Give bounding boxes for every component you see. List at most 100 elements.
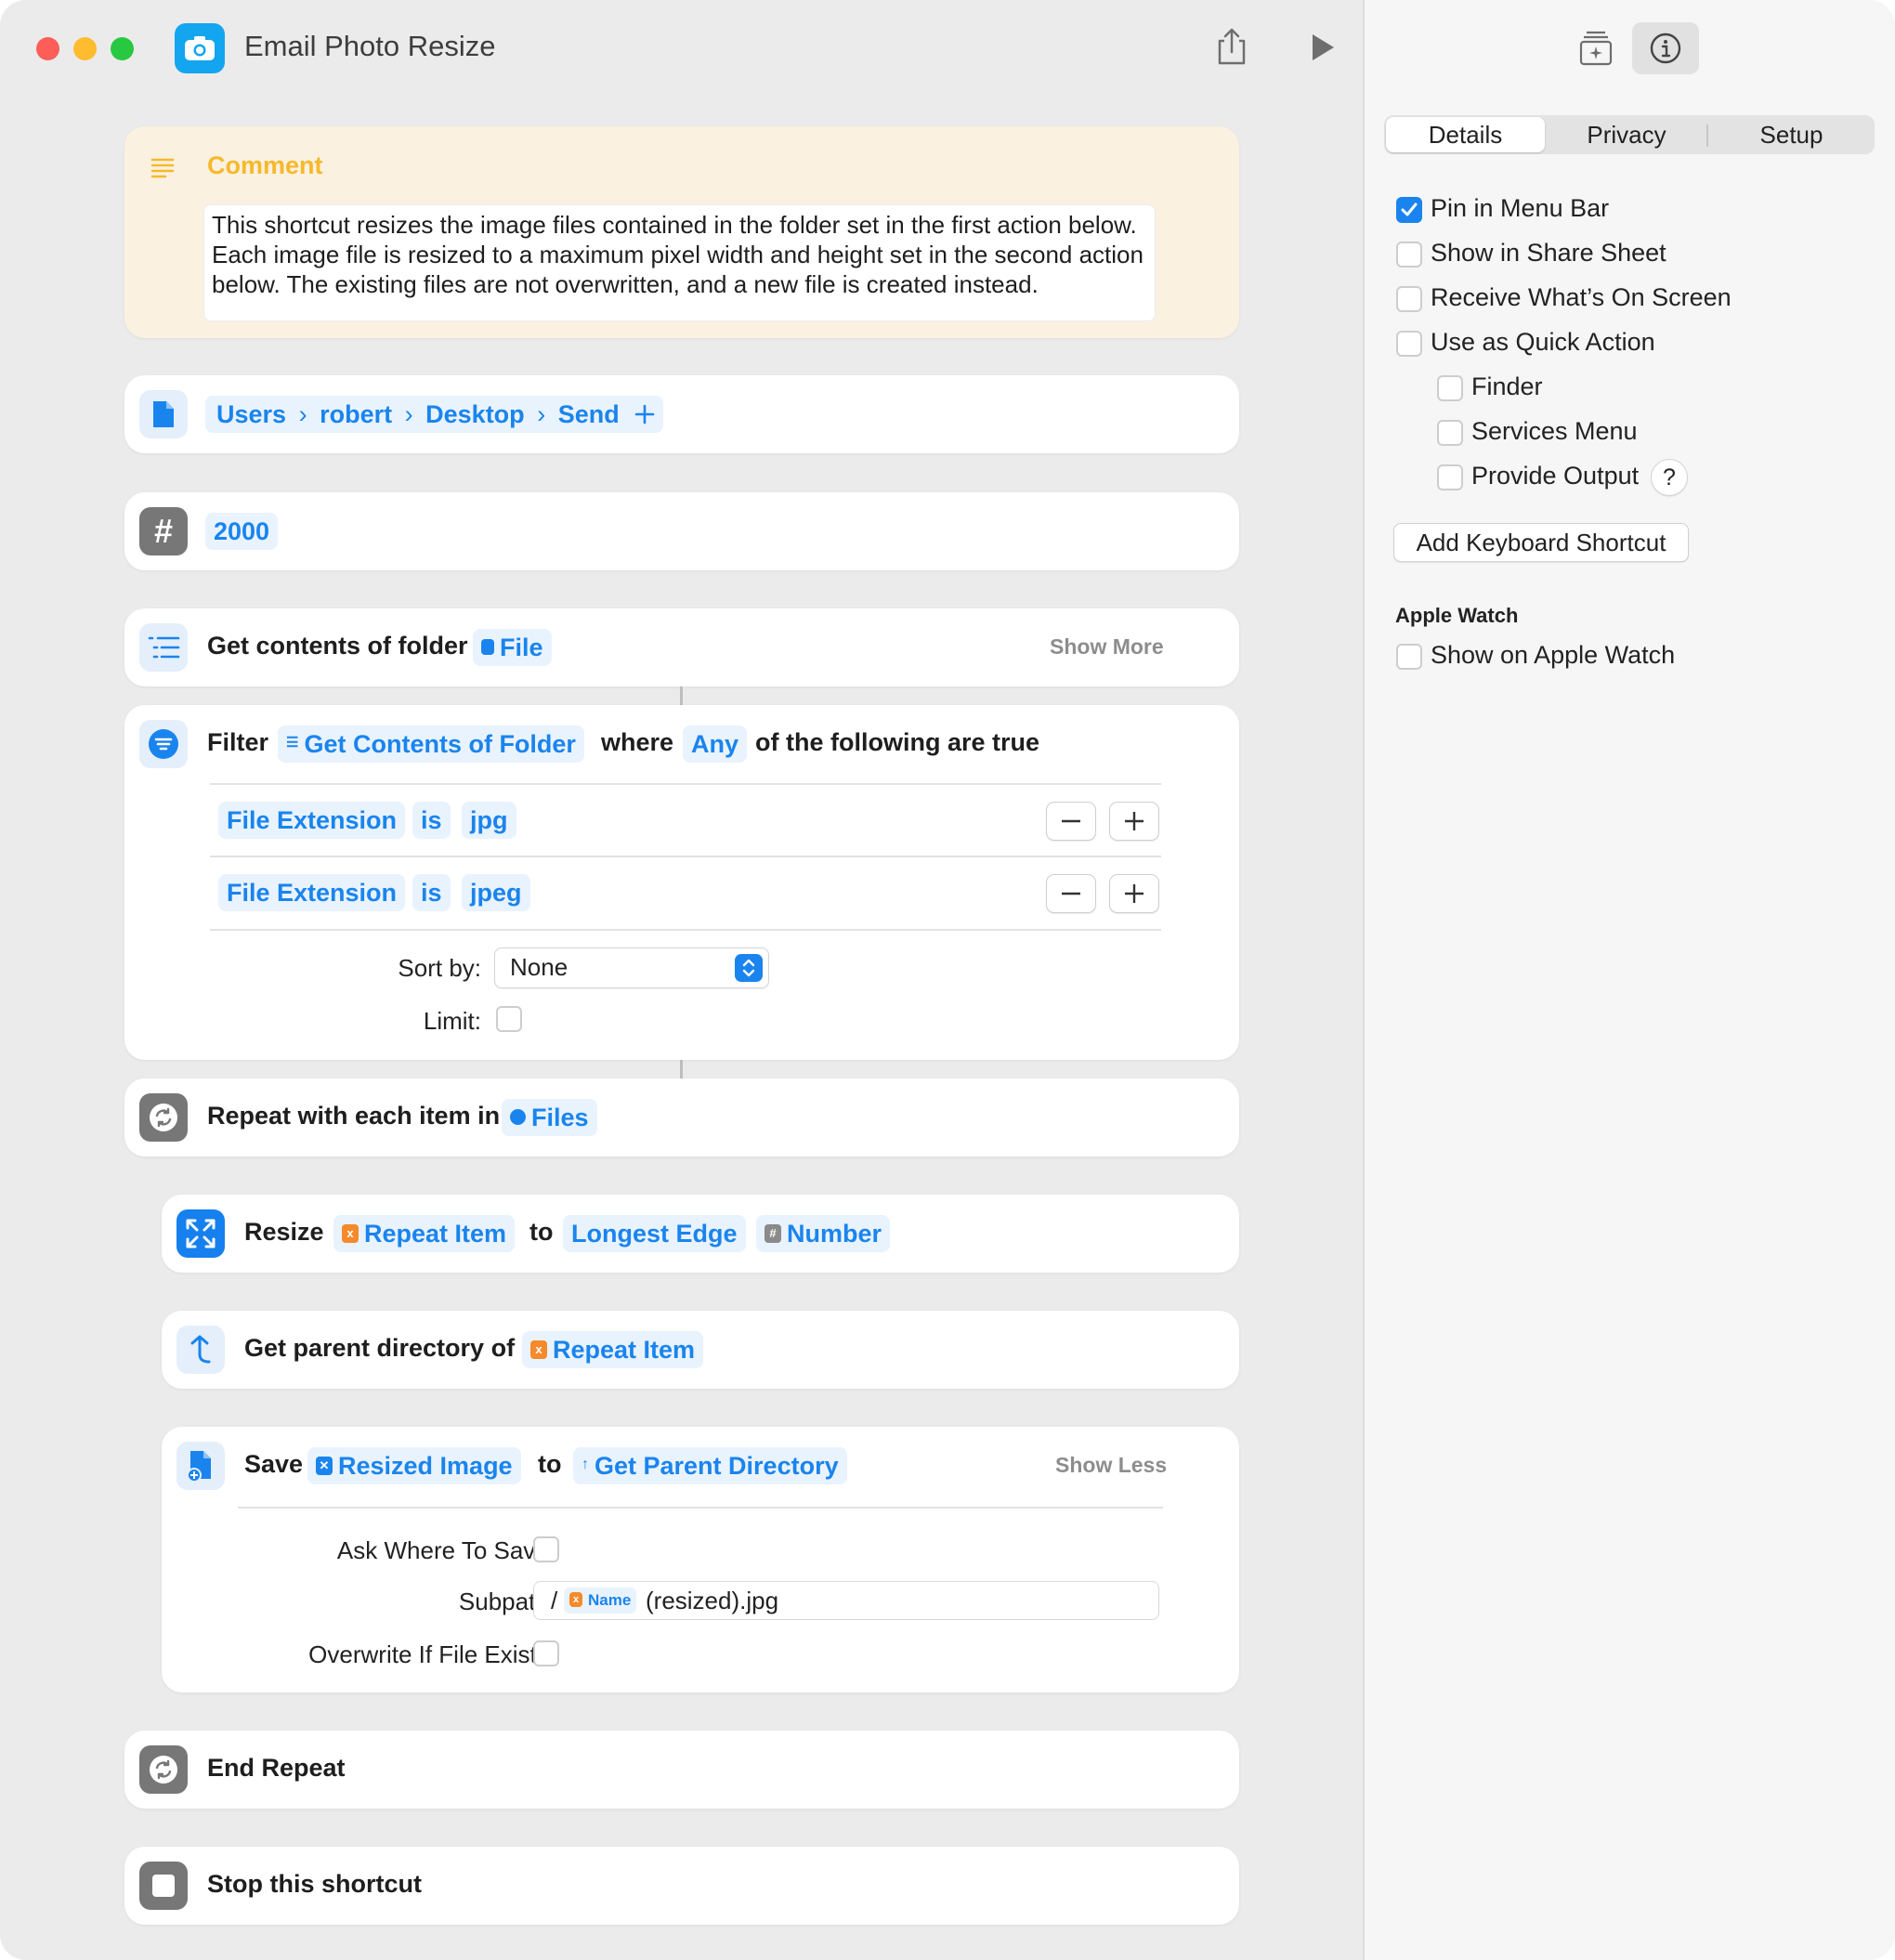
pin-in-menu-bar-checkbox[interactable]: [1396, 197, 1422, 223]
minimize-window-button[interactable]: [73, 37, 97, 60]
parent-directory-card[interactable]: Get parent directory of x Repeat Item: [162, 1311, 1239, 1389]
add-path-button[interactable]: [626, 396, 663, 433]
info-button[interactable]: [1632, 22, 1699, 74]
end-repeat-card[interactable]: End Repeat: [124, 1731, 1239, 1809]
add-keyboard-shortcut-button[interactable]: Add Keyboard Shortcut: [1393, 523, 1689, 562]
repeat-item-label: Repeat Item: [364, 1220, 507, 1248]
comment-text: This shortcut resizes the image files co…: [212, 211, 1144, 298]
add-condition-button[interactable]: [1109, 802, 1159, 841]
folder-action-card[interactable]: Users › robert › Desktop › Send: [124, 375, 1239, 453]
filter-any-token[interactable]: Any: [683, 725, 748, 763]
name-token-label: Name: [588, 1591, 632, 1609]
condition-operator-token[interactable]: is: [412, 874, 451, 911]
repeat-icon: [139, 1093, 188, 1142]
variable-icon: x: [569, 1591, 582, 1607]
resized-image-token[interactable]: ✕ Resized Image: [307, 1447, 521, 1484]
limit-label: Limit:: [423, 1007, 481, 1035]
tab-setup[interactable]: Setup: [1710, 121, 1873, 150]
remove-condition-button[interactable]: [1046, 874, 1096, 913]
show-on-apple-watch-checkbox[interactable]: [1396, 644, 1422, 670]
save-card[interactable]: Save ✕ Resized Image to ↑ Get Parent Direc…: [162, 1427, 1239, 1692]
ask-where-checkbox[interactable]: [533, 1536, 559, 1562]
overwrite-label: Overwrite If File Exists:: [308, 1640, 555, 1668]
comment-card[interactable]: Comment This shortcut resizes the image …: [124, 126, 1239, 338]
subpath-field[interactable]: / x Name (resized).jpg: [533, 1581, 1159, 1620]
finder-label[interactable]: Finder: [1471, 372, 1543, 401]
tab-privacy[interactable]: Privacy: [1547, 121, 1706, 150]
chevron-up-down-icon: [735, 954, 763, 982]
repeat-item-token[interactable]: x Repeat Item: [522, 1331, 704, 1368]
condition-field-token[interactable]: File Extension: [218, 802, 406, 839]
save-file-icon: [176, 1442, 225, 1490]
finder-checkbox[interactable]: [1437, 375, 1463, 401]
help-button[interactable]: ?: [1651, 459, 1688, 496]
hash-icon: #: [765, 1223, 781, 1243]
filter-source-token[interactable]: ☰ Get Contents of Folder: [278, 725, 584, 763]
quick-action-label[interactable]: Use as Quick Action: [1431, 328, 1655, 357]
sort-by-select[interactable]: None: [494, 947, 769, 988]
stop-card[interactable]: Stop this shortcut: [124, 1847, 1239, 1925]
number-action-card[interactable]: # 2000: [124, 492, 1239, 570]
resize-icon: [176, 1209, 225, 1258]
quick-action-checkbox[interactable]: [1396, 331, 1422, 357]
subpath-suffix: (resized).jpg: [646, 1587, 779, 1614]
limit-checkbox[interactable]: [496, 1006, 522, 1032]
play-icon[interactable]: [1309, 32, 1337, 63]
share-icon[interactable]: [1215, 26, 1248, 67]
path-segment-desktop[interactable]: Desktop: [425, 400, 525, 428]
repeat-card[interactable]: Repeat with each item in Files: [124, 1078, 1239, 1156]
filter-icon: [510, 1109, 526, 1126]
close-window-button[interactable]: [36, 37, 59, 60]
chevron-right-icon: ›: [298, 400, 307, 428]
show-in-share-sheet-checkbox[interactable]: [1396, 242, 1422, 268]
parent-directory-token[interactable]: ↑ Get Parent Directory: [573, 1447, 847, 1484]
name-token[interactable]: x Name: [564, 1588, 637, 1614]
condition-value-token[interactable]: jpg: [462, 802, 516, 839]
overwrite-checkbox[interactable]: [533, 1640, 559, 1666]
resize-card[interactable]: Resize x Repeat Item to Longest Edge # Num…: [162, 1195, 1239, 1273]
receive-on-screen-label[interactable]: Receive What’s On Screen: [1431, 283, 1732, 312]
path-segment-send[interactable]: Send: [558, 400, 620, 428]
show-more-button[interactable]: Show More: [1050, 634, 1164, 660]
condition-field-token[interactable]: File Extension: [218, 874, 406, 911]
condition-operator-token[interactable]: is: [412, 802, 451, 839]
divider: [210, 856, 1161, 857]
flow-connector: [680, 686, 683, 705]
show-in-share-sheet-label[interactable]: Show in Share Sheet: [1431, 239, 1666, 268]
variable-icon: x: [530, 1339, 547, 1359]
divider: [210, 929, 1161, 931]
folder-path[interactable]: Users › robert › Desktop › Send: [216, 396, 620, 433]
condition-value-token[interactable]: jpeg: [462, 874, 530, 911]
get-contents-label: Get contents of folder: [207, 632, 468, 660]
list-icon: ☰: [286, 734, 299, 751]
add-condition-button[interactable]: [1109, 874, 1159, 913]
chevron-right-icon: ›: [537, 400, 546, 428]
stop-label: Stop this shortcut: [207, 1870, 422, 1898]
library-icon[interactable]: [1577, 29, 1614, 68]
path-segment-robert[interactable]: robert: [320, 400, 392, 428]
file-token[interactable]: File: [473, 629, 552, 666]
files-token[interactable]: Files: [502, 1099, 597, 1136]
show-less-button[interactable]: Show Less: [1055, 1453, 1167, 1478]
number-value-token[interactable]: 2000: [205, 513, 279, 550]
services-menu-label[interactable]: Services Menu: [1471, 417, 1638, 446]
show-on-apple-watch-label[interactable]: Show on Apple Watch: [1431, 641, 1675, 670]
zoom-window-button[interactable]: [111, 37, 134, 60]
get-contents-card[interactable]: Get contents of folder File Show More: [124, 608, 1239, 686]
receive-on-screen-checkbox[interactable]: [1396, 286, 1422, 312]
remove-condition-button[interactable]: [1046, 802, 1096, 841]
repeat-item-token[interactable]: x Repeat Item: [333, 1215, 516, 1252]
save-to-label: to: [538, 1450, 562, 1478]
tab-details[interactable]: Details: [1386, 121, 1545, 150]
filter-card[interactable]: Filter ☰ Get Contents of Folder where Any…: [124, 705, 1239, 1060]
ask-where-label: Ask Where To Save:: [336, 1536, 555, 1564]
longest-edge-token[interactable]: Longest Edge: [563, 1215, 746, 1252]
parent-directory-label: Get parent directory of: [244, 1334, 516, 1362]
number-token[interactable]: # Number: [756, 1215, 891, 1252]
provide-output-label[interactable]: Provide Output: [1471, 462, 1639, 490]
path-segment-users[interactable]: Users: [216, 400, 286, 428]
pin-in-menu-bar-label[interactable]: Pin in Menu Bar: [1431, 194, 1609, 223]
services-menu-checkbox[interactable]: [1437, 420, 1463, 446]
provide-output-checkbox[interactable]: [1437, 464, 1463, 490]
comment-text-field[interactable]: This shortcut resizes the image files co…: [203, 204, 1156, 321]
